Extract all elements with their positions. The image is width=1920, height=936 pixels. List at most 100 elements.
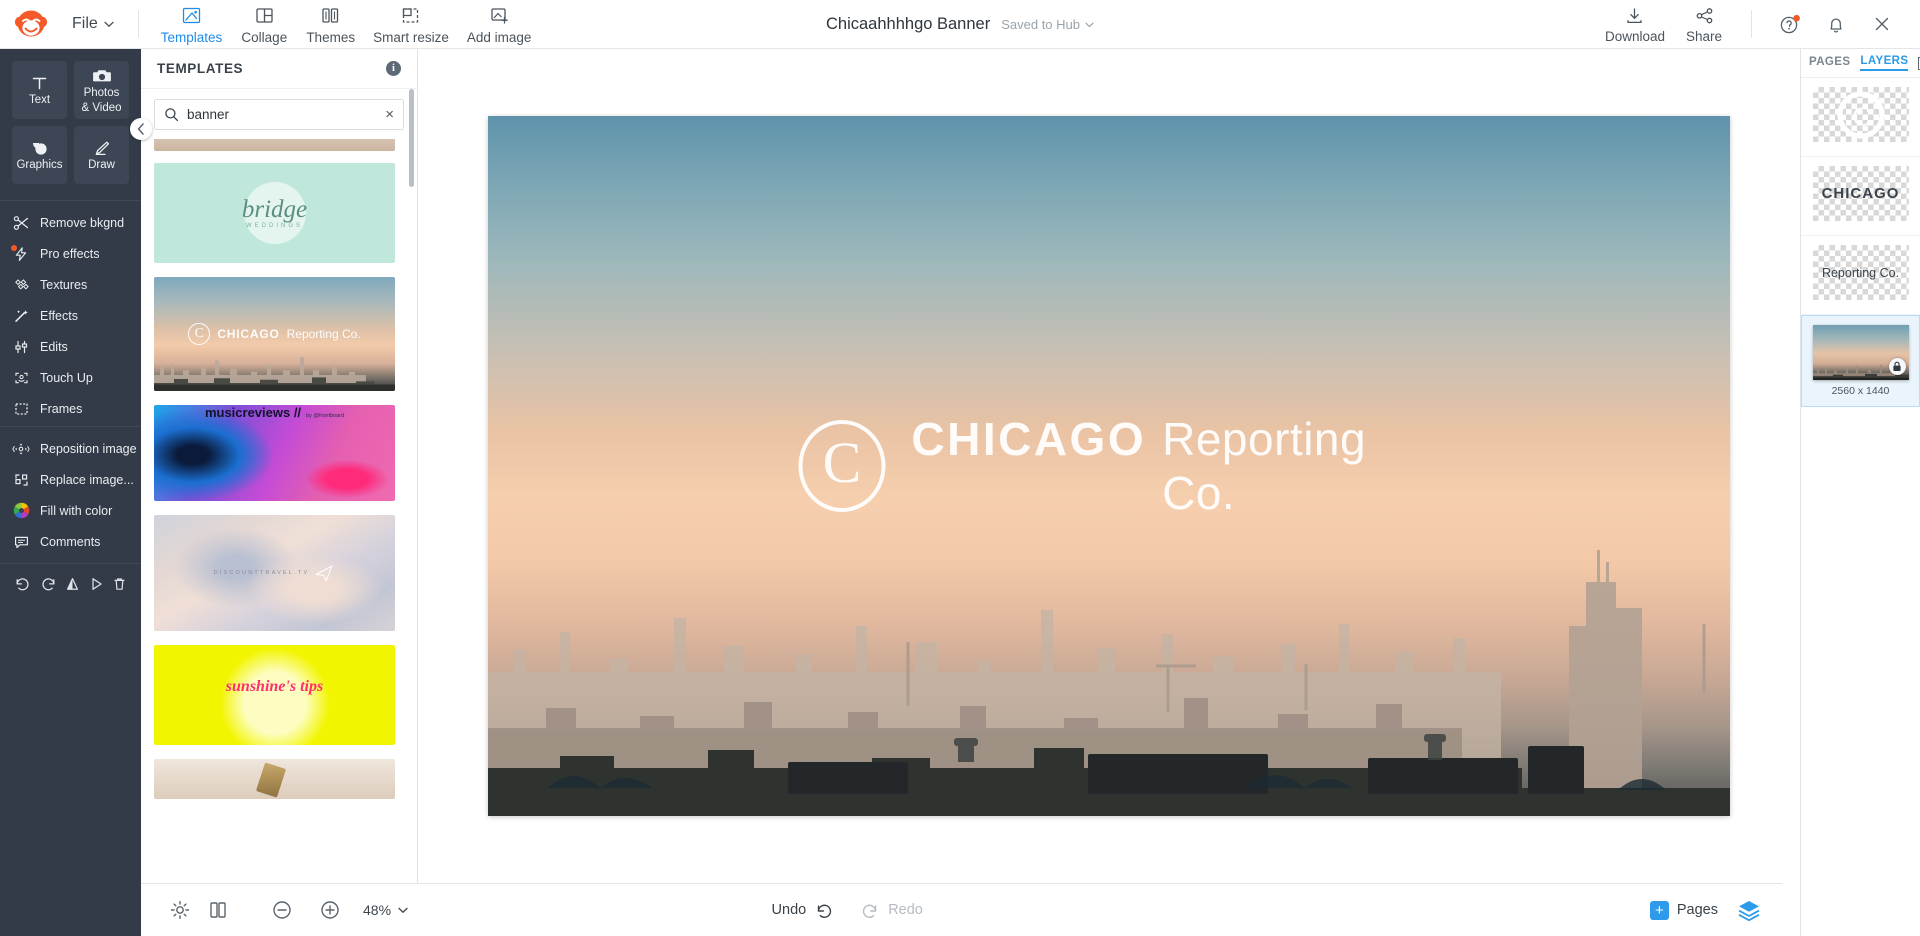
watermark-group[interactable]: C CHICAGO Reporting Co. [798,412,1420,520]
download-icon [1624,6,1645,26]
info-icon[interactable]: i [386,61,401,76]
layer-row-logo[interactable]: C [1801,78,1920,157]
layer-row-chicago-text[interactable]: CHICAGO [1801,157,1920,236]
panel-collapse-button[interactable] [130,118,152,140]
sidebar-tool-photos-video[interactable]: Photos & Video [74,61,129,119]
sidebar-item-edits-label: Edits [40,339,68,354]
picmonkey-logo[interactable] [0,9,62,39]
sidebar-item-touch-up[interactable]: Touch Up [0,362,141,393]
tab-templates[interactable]: Templates [153,2,231,47]
redo-button[interactable]: Redo [860,902,923,919]
sidebar-item-remove-bkgnd-label: Remove bkgnd [40,215,125,230]
sidebar-item-fill-with-color-label: Fill with color [40,503,113,518]
sidebar-tool-graphics[interactable]: Graphics [12,126,67,184]
duplicate-page-button[interactable] [199,891,237,929]
sidebar-item-comments[interactable]: Comments [0,526,141,557]
zoom-out-button[interactable] [263,891,301,929]
undo-redo-group: Undo Redo [772,902,923,919]
saved-status-dropdown[interactable]: Saved to Hub [1001,17,1094,32]
list-item[interactable]: C CHICAGO Reporting Co. [154,277,395,391]
sidebar-item-reposition-image-label: Reposition image [40,441,137,456]
list-item[interactable] [154,759,395,799]
download-button[interactable]: Download [1599,3,1671,46]
canvas-area[interactable]: C CHICAGO Reporting Co. [418,49,1800,883]
chicago-thumb-watermark: C CHICAGO Reporting Co. [154,277,395,391]
zoom-controls: 48% [263,891,408,929]
tab-themes-label: Themes [306,29,356,45]
sidebar-item-edits[interactable]: Edits [0,331,141,362]
undo-label: Undo [771,902,807,918]
tab-add-image[interactable]: Add image [459,2,540,47]
play-icon[interactable] [89,576,104,592]
svg-text:C: C [1852,102,1869,131]
template-results-list[interactable]: bridge WEDDINGS C CHICAGO Reporting Co. [141,139,417,936]
sidebar-item-reposition-image[interactable]: Reposition image [0,433,141,464]
list-item[interactable]: sunshine's tips [154,645,395,745]
list-item[interactable]: bridge WEDDINGS [154,163,395,263]
panel-title: TEMPLATES [157,61,244,76]
tab-layers[interactable]: LAYERS [1860,55,1909,71]
templates-search-area: × [141,89,417,138]
undo-icon[interactable] [14,576,31,592]
topbar-right-actions: Download Share [1599,2,1920,46]
layer-caption: 2560 x 1440 [1831,385,1890,397]
layer-row-reporting-text[interactable]: Reporting Co. [1801,236,1920,315]
help-button[interactable] [1768,2,1812,46]
templates-scrollbar[interactable] [409,89,414,187]
sidebar-item-textures[interactable]: Textures [0,269,141,300]
plus-icon: + [1649,900,1669,920]
canvas-settings-button[interactable] [161,891,199,929]
list-item[interactable] [154,139,395,151]
clear-search-icon[interactable]: × [385,107,394,122]
file-menu-button[interactable]: File [62,15,124,33]
share-button[interactable]: Share [1673,3,1735,46]
lock-icon [1888,358,1906,375]
list-item[interactable]: musicreviews // by @frontboard [154,405,395,501]
sidebar-item-pro-effects[interactable]: Pro effects [0,238,141,269]
tab-themes[interactable]: Themes [298,2,363,47]
zoom-level-dropdown[interactable]: 48% [363,902,408,918]
zoom-in-button[interactable] [311,891,349,929]
undo-button[interactable]: Undo [772,902,835,919]
sidebar-item-fill-with-color[interactable]: Fill with color [0,495,141,526]
sidebar-primary-tools: Text Photos & Video Graphics Draw [0,49,141,198]
layer-row-background-photo[interactable]: 2560 x 1440 [1801,315,1920,407]
face-icon [12,370,30,386]
search-box[interactable]: × [154,99,404,130]
artboard[interactable]: C CHICAGO Reporting Co. [488,116,1730,816]
sidebar-item-effects[interactable]: Effects [0,300,141,331]
close-window-button[interactable] [1860,2,1904,46]
sidebar-tool-draw[interactable]: Draw [74,126,129,184]
template-travel-title: DISCOUNTTRAVEL.TV [213,570,310,576]
music-text: musicreviews // by @frontboard [154,405,395,501]
sidebar-tool-text[interactable]: Text [12,61,67,119]
bottom-toolbar: 48% Undo Redo + Pages [141,883,1782,936]
add-image-icon [489,5,510,27]
search-input[interactable] [187,107,378,122]
sidebar-item-remove-bkgnd[interactable]: Remove bkgnd [0,207,141,238]
sidebar-item-textures-label: Textures [40,277,88,292]
notifications-button[interactable] [1814,2,1858,46]
tab-collage[interactable]: Collage [232,2,296,47]
trash-icon[interactable] [112,576,127,592]
tab-smart-resize[interactable]: Smart resize [365,2,457,47]
pages-button[interactable]: + Pages [1649,900,1718,920]
sidebar-item-replace-image[interactable]: Replace image... [0,464,141,495]
redo-icon[interactable] [40,576,57,592]
undo-arrow-icon [818,904,832,918]
layers-toggle-button[interactable] [1736,898,1762,922]
layer-text-preview: Reporting Co. [1821,265,1900,280]
sidebar-item-frames[interactable]: Frames [0,393,141,424]
compare-icon[interactable] [65,576,80,592]
layer-thumbnail: Reporting Co. [1812,245,1909,300]
document-title[interactable]: Chicaahhhhgo Banner [826,15,990,34]
duplicate-icon [210,902,226,918]
tab-pages[interactable]: PAGES [1809,56,1850,70]
bridge-text: bridge WEDDINGS [154,163,395,263]
collage-icon [254,5,275,27]
copyright-mark-icon: C [188,323,211,345]
template-chicago-subtitle: Reporting Co. [286,327,361,341]
paper-plane-icon [315,565,333,582]
list-item[interactable]: DISCOUNTTRAVEL.TV [154,515,395,631]
sidebar-tool-photos-line2: & Video [81,101,122,114]
